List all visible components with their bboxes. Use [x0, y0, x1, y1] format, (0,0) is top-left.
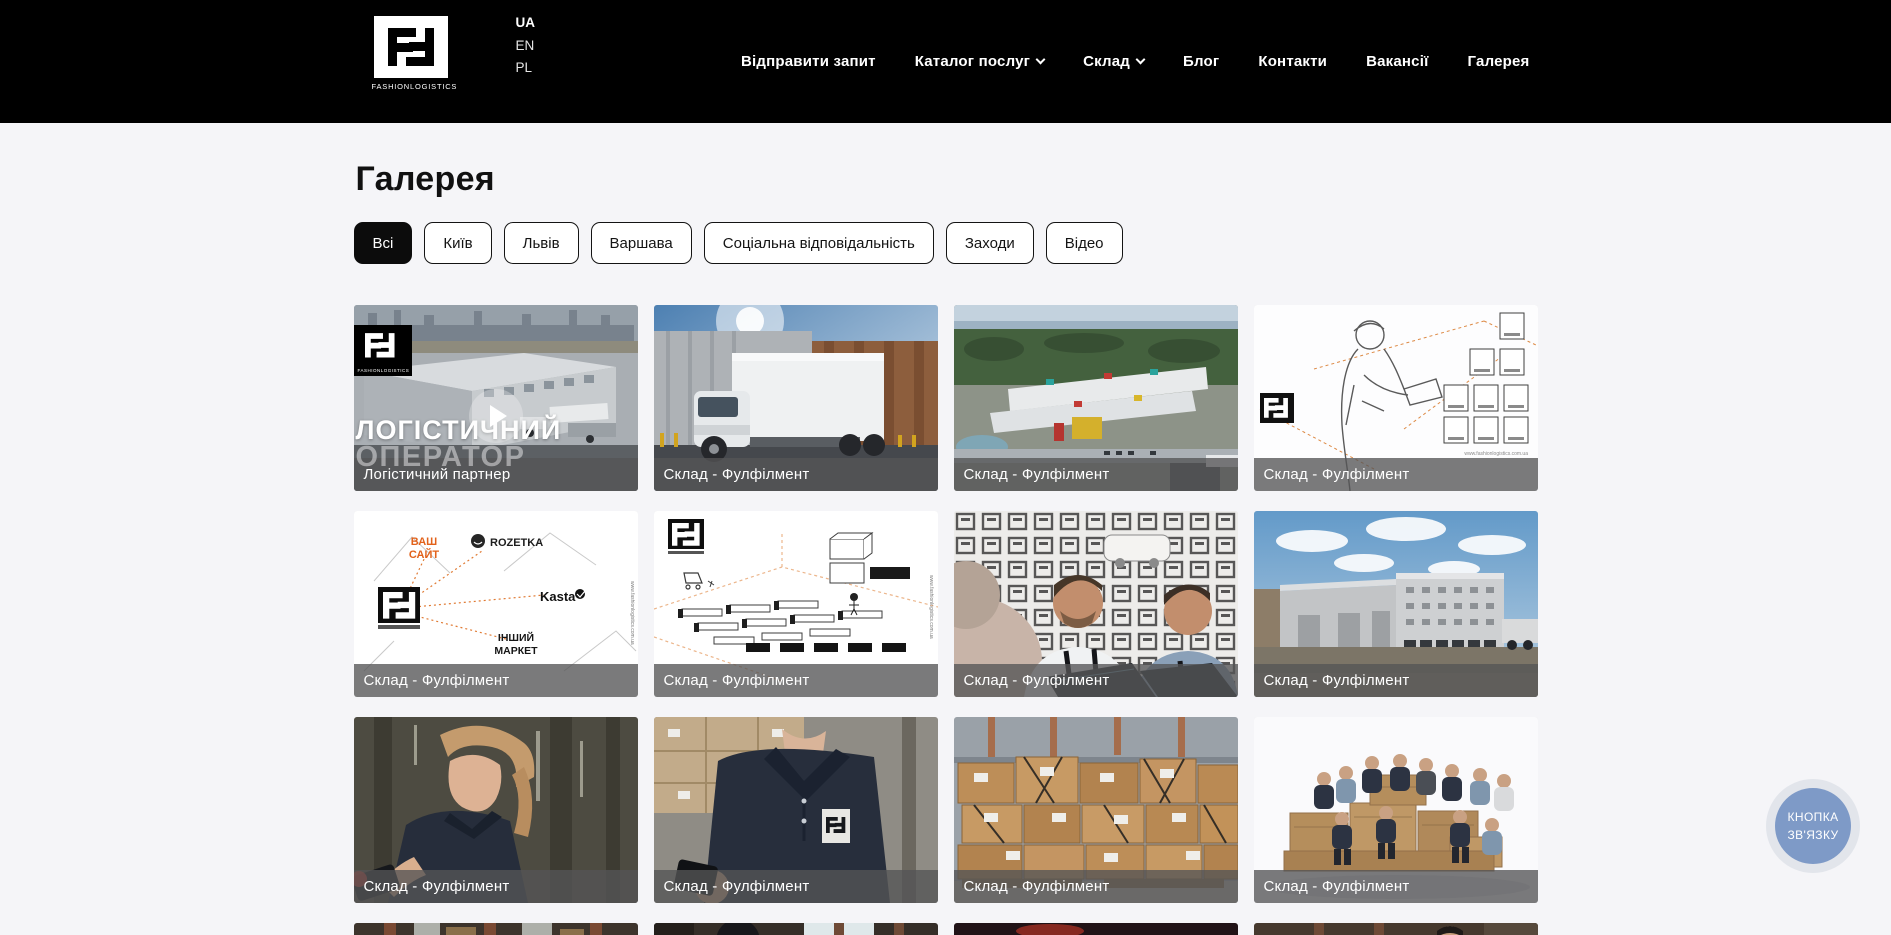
gallery-grid: FASHIONLOGISTICS ЛОГІСТИЧНИЙ ОПЕРАТОР Ло…	[354, 305, 1538, 935]
card-caption: Склад - Фулфілмент	[654, 458, 938, 491]
fl-logo-icon	[374, 16, 448, 78]
filter-all[interactable]: Всі	[354, 222, 413, 264]
nav-warehouse[interactable]: Склад	[1083, 53, 1144, 70]
gallery-card-partial-2[interactable]	[654, 923, 938, 935]
nav-send-request[interactable]: Відправити запит	[741, 53, 876, 70]
svg-text:МАРКЕТ: МАРКЕТ	[494, 645, 538, 657]
gallery-card-truck[interactable]: Склад - Фулфілмент	[654, 305, 938, 491]
gallery-card-worker-scanner[interactable]: Склад - Фулфілмент	[354, 717, 638, 903]
nav-contacts[interactable]: Контакти	[1258, 53, 1327, 70]
contact-fab-label: КНОПКА ЗВ'ЯЗКУ	[1775, 788, 1851, 864]
gallery-card-partial-4[interactable]	[1254, 923, 1538, 935]
svg-text:Kasta: Kasta	[540, 589, 576, 604]
gallery-page: Галерея Всі Київ Львів Варшава Соціальна…	[354, 160, 1538, 935]
nav-vacancies[interactable]: Вакансії	[1366, 53, 1428, 70]
gallery-card-warehouse-scheme[interactable]: www.fashionlogistics.com.ua Склад - Фулф…	[654, 511, 938, 697]
photo-dark-warehouse	[954, 923, 1238, 935]
gallery-card-office-team[interactable]: Склад - Фулфілмент	[954, 511, 1238, 697]
nav-services-catalog[interactable]: Каталог послуг	[915, 53, 1044, 70]
chevron-down-icon	[1136, 55, 1146, 65]
gallery-card-video-logistics-operator[interactable]: FASHIONLOGISTICS ЛОГІСТИЧНИЙ ОПЕРАТОР Ло…	[354, 305, 638, 491]
svg-text:САЙТ: САЙТ	[408, 548, 439, 561]
card-caption: Склад - Фулфілмент	[654, 870, 938, 903]
nav-gallery[interactable]: Галерея	[1468, 53, 1530, 70]
lang-pl[interactable]: PL	[516, 61, 536, 75]
filter-warsaw[interactable]: Варшава	[591, 222, 692, 264]
photo-warehouse-racks	[354, 923, 638, 935]
gallery-filters: Всі Київ Львів Варшава Соціальна відпові…	[354, 222, 1538, 264]
chevron-down-icon	[1036, 55, 1046, 65]
play-icon[interactable]	[469, 389, 523, 443]
gallery-card-partial-3[interactable]	[954, 923, 1238, 935]
lang-en[interactable]: EN	[516, 39, 536, 53]
svg-text:www.fashionlogistics.com.ua: www.fashionlogistics.com.ua	[1464, 451, 1528, 457]
gallery-card-worker-sketch[interactable]: www.fashionlogistics.com.ua Склад - Фулф…	[1254, 305, 1538, 491]
page-title: Галерея	[356, 160, 1538, 199]
brand-name: FASHIONLOGISTICS	[372, 82, 450, 91]
svg-text:ІНШИЙ: ІНШИЙ	[497, 631, 533, 644]
gallery-card-partial-1[interactable]	[354, 923, 638, 935]
photo-worker-in-racks	[654, 923, 938, 935]
svg-text:www.fashionlogistics.com.ua: www.fashionlogistics.com.ua	[629, 581, 635, 645]
contact-fab-button[interactable]: КНОПКА ЗВ'ЯЗКУ	[1766, 779, 1860, 873]
main-nav: Відправити запит Каталог послуг Склад Бл…	[741, 0, 1529, 123]
gallery-card-worker-polo[interactable]: Склад - Фулфілмент	[654, 717, 938, 903]
gallery-card-warehouse-building[interactable]: Склад - Фулфілмент	[1254, 511, 1538, 697]
language-switcher: UA EN PL	[516, 16, 536, 75]
filter-lviv[interactable]: Львів	[504, 222, 579, 264]
card-caption: Склад - Фулфілмент	[354, 664, 638, 697]
card-caption: Склад - Фулфілмент	[1254, 870, 1538, 903]
card-caption: Склад - Фулфілмент	[954, 870, 1238, 903]
gallery-card-sales-channels-diagram[interactable]: ВАШ САЙТ ROZETKA Kasta ІНШИЙ МАРКЕТ www.…	[354, 511, 638, 697]
video-overlay-title-line2: ОПЕРАТОР	[356, 441, 526, 474]
lang-ua[interactable]: UA	[516, 16, 536, 30]
gallery-card-industrial-park[interactable]: Склад - Фулфілмент	[954, 305, 1238, 491]
card-caption: Склад - Фулфілмент	[1254, 664, 1538, 697]
svg-text:ВАШ: ВАШ	[410, 536, 436, 548]
nav-blog[interactable]: Блог	[1183, 53, 1219, 70]
card-caption: Склад - Фулфілмент	[954, 664, 1238, 697]
site-header: FASHIONLOGISTICS UA EN PL Відправити зап…	[0, 0, 1891, 123]
fl-logo-icon	[361, 330, 405, 366]
filter-events[interactable]: Заходи	[946, 222, 1034, 264]
filter-social-responsibility[interactable]: Соціальна відповідальність	[704, 222, 934, 264]
brand-logo[interactable]: FASHIONLOGISTICS	[372, 16, 450, 91]
card-caption: Склад - Фулфілмент	[354, 870, 638, 903]
svg-text:www.fashionlogistics.com.ua: www.fashionlogistics.com.ua	[928, 575, 934, 639]
card-caption: Склад - Фулфілмент	[654, 664, 938, 697]
gallery-card-parcel-boxes[interactable]: Склад - Фулфілмент	[954, 717, 1238, 903]
filter-video[interactable]: Відео	[1046, 222, 1123, 264]
filter-kyiv[interactable]: Київ	[424, 222, 491, 264]
gallery-card-team-photo[interactable]: Склад - Фулфілмент	[1254, 717, 1538, 903]
card-caption: Склад - Фулфілмент	[954, 458, 1238, 491]
svg-text:ROZETKA: ROZETKA	[490, 537, 543, 549]
card-caption: Склад - Фулфілмент	[1254, 458, 1538, 491]
photo-worker-face-racks	[1254, 923, 1538, 935]
video-watermark-logo: FASHIONLOGISTICS	[354, 325, 412, 376]
